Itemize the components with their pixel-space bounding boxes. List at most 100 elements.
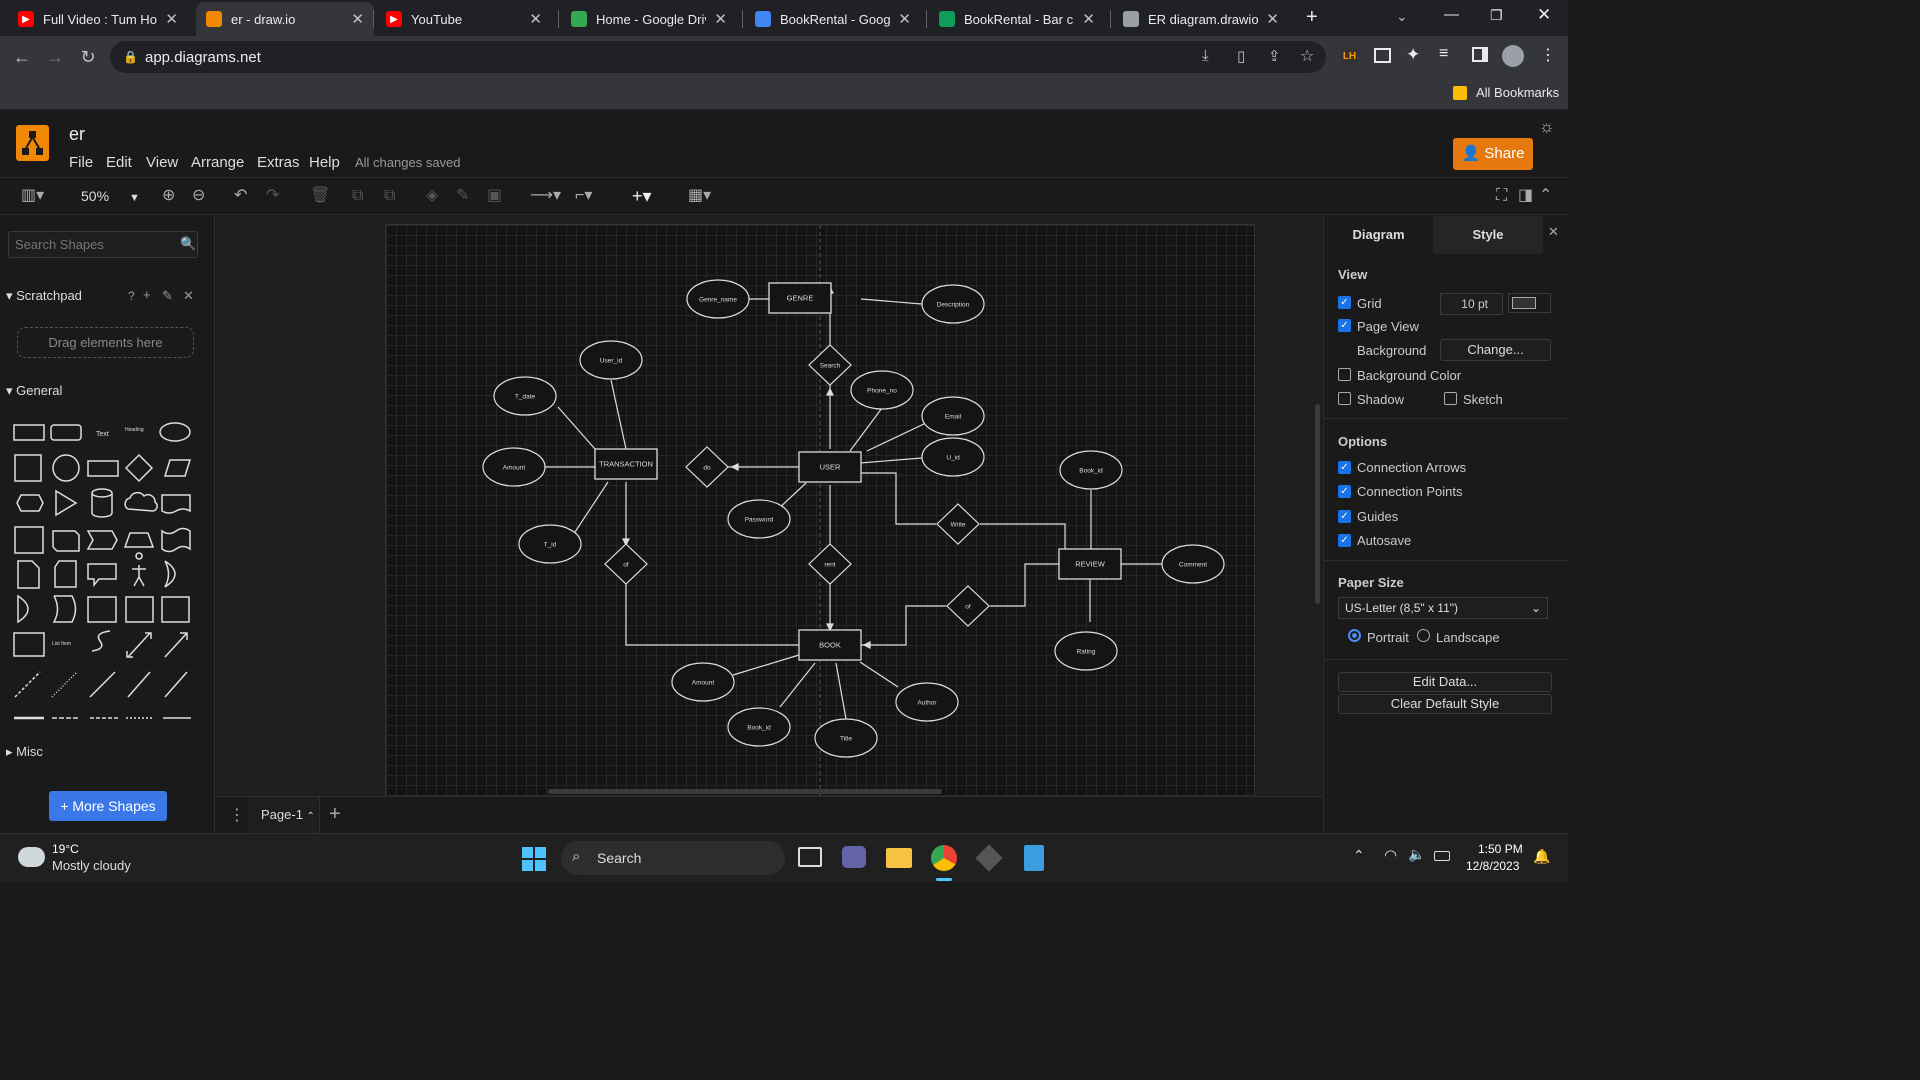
menu-help[interactable]: Help — [309, 154, 340, 171]
note-shape[interactable] — [17, 560, 40, 589]
edit-data-button[interactable]: Edit Data... — [1338, 672, 1552, 692]
menu-view[interactable]: View — [146, 154, 178, 171]
new-tab-button[interactable]: + — [1306, 6, 1318, 29]
close-tab-icon[interactable]: ✕ — [1266, 10, 1279, 28]
table-icon[interactable]: ▦▾ — [688, 186, 711, 206]
volume-icon[interactable]: 🔈 — [1408, 846, 1425, 863]
format-panel-icon[interactable]: ▥▾ — [21, 186, 44, 206]
delete-icon[interactable]: 🗑 — [310, 186, 330, 206]
insert-icon[interactable]: +▾ — [632, 186, 652, 206]
parallelogram-shape[interactable] — [163, 459, 192, 477]
lighthouse-extension-icon[interactable]: LH — [1341, 48, 1358, 65]
scratchpad-edit-icon[interactable]: ✎ — [162, 288, 173, 304]
close-tab-icon[interactable]: ✕ — [714, 10, 727, 28]
url-text[interactable]: app.diagrams.net — [145, 49, 261, 66]
er-connector[interactable] — [980, 523, 1066, 549]
zoom-out-icon[interactable]: ⊖ — [192, 186, 205, 206]
to-back-icon[interactable]: ⧉ — [384, 186, 395, 206]
er-connector[interactable] — [557, 406, 596, 450]
extensions-puzzle-icon[interactable]: ✦ — [1406, 45, 1420, 65]
menu-arrange[interactable]: Arrange — [191, 154, 244, 171]
sketch-checkbox[interactable] — [1444, 392, 1457, 405]
to-front-icon[interactable]: ⧉ — [352, 186, 363, 206]
arrow-shape[interactable] — [164, 632, 188, 658]
document-shape[interactable] — [161, 494, 191, 514]
chrome-menu-icon[interactable]: ⋮ — [1540, 45, 1556, 65]
autosave-checkbox[interactable]: ✓ — [1338, 534, 1351, 547]
step-shape[interactable] — [86, 530, 118, 550]
reader-icon[interactable]: ▯ — [1237, 47, 1245, 65]
browser-tab[interactable]: ▶ YouTube ✕ — [376, 2, 552, 36]
shadow-icon[interactable]: ▣ — [487, 186, 502, 206]
start-button[interactable] — [522, 847, 546, 871]
close-window-button[interactable]: ✕ — [1537, 5, 1551, 25]
tab-diagram[interactable]: Diagram — [1324, 216, 1433, 254]
line-color-icon[interactable]: ✎ — [456, 186, 469, 206]
more-shapes-button[interactable]: + More Shapes — [49, 791, 167, 821]
list-item-shape[interactable]: List Item — [52, 641, 71, 647]
close-tab-icon[interactable]: ✕ — [898, 10, 911, 28]
clear-default-style-button[interactable]: Clear Default Style — [1338, 694, 1552, 714]
cloud-shape[interactable] — [124, 492, 158, 512]
collapse-icon[interactable]: ⌃ — [1539, 186, 1552, 206]
shadow-checkbox[interactable] — [1338, 392, 1351, 405]
misc-header[interactable]: ▸ Misc — [6, 744, 43, 760]
browser-tab[interactable]: Home - Google Drive ✕ — [561, 2, 737, 36]
er-connector[interactable] — [866, 422, 927, 452]
grid-checkbox[interactable]: ✓ — [1338, 296, 1351, 309]
er-connector[interactable] — [860, 472, 936, 525]
teams-icon[interactable] — [842, 846, 866, 868]
browser-tab[interactable]: BookRental - Google ✕ — [745, 2, 921, 36]
er-diagram[interactable]: GENRE TRANSACTION USER REVIEW BOOK Genre_name… — [386, 225, 1256, 796]
bidirectional-connector-shape[interactable] — [127, 671, 151, 698]
er-connector[interactable] — [861, 605, 946, 646]
task-view-icon[interactable] — [798, 847, 822, 867]
scratchpad-help-icon[interactable]: ? — [128, 289, 135, 303]
er-connector[interactable] — [574, 481, 609, 533]
save-status[interactable]: All changes saved — [355, 155, 461, 170]
internal-storage-shape[interactable] — [14, 526, 44, 554]
data-storage-shape[interactable] — [17, 594, 29, 624]
reload-button[interactable]: ↻ — [74, 44, 102, 70]
weather-text[interactable]: Mostly cloudy — [52, 858, 131, 873]
ellipse-shape[interactable] — [159, 422, 191, 442]
notification-bell-icon[interactable]: 🔔 — [1533, 848, 1550, 865]
background-color-checkbox[interactable] — [1338, 368, 1351, 381]
battery-icon[interactable] — [1434, 851, 1450, 861]
menu-extras[interactable]: Extras — [257, 154, 300, 171]
scratchpad-dropzone[interactable]: Drag elements here — [17, 327, 194, 358]
er-connector[interactable] — [732, 654, 800, 676]
close-tab-icon[interactable]: ✕ — [351, 10, 364, 28]
container-shape[interactable] — [87, 596, 117, 623]
connection-arrows-checkbox[interactable]: ✓ — [1338, 461, 1351, 474]
extension-screen-icon[interactable] — [1374, 48, 1391, 63]
actor-shape[interactable] — [132, 552, 146, 587]
notepad-icon[interactable] — [1024, 845, 1044, 871]
zoom-select[interactable]: 50% ▼ — [81, 186, 140, 208]
profile-avatar[interactable] — [1502, 45, 1524, 67]
tab-search-chevron-icon[interactable]: ⌄ — [1396, 8, 1408, 25]
browser-tab[interactable]: ER diagram.drawio ✕ — [1113, 2, 1289, 36]
search-shapes-box[interactable]: 🔍 — [8, 231, 198, 258]
wifi-icon[interactable]: ◠ — [1384, 846, 1397, 864]
taskbar-search[interactable]: ⌕ Search — [561, 841, 785, 875]
file-explorer-icon[interactable] — [886, 848, 912, 868]
er-connector[interactable] — [849, 407, 883, 452]
pages-menu-icon[interactable]: ⋮ — [229, 805, 245, 825]
diagram-title[interactable]: er — [69, 124, 85, 145]
waypoints-icon[interactable]: ⌐▾ — [575, 186, 592, 206]
circle-shape[interactable] — [52, 454, 80, 482]
vertical-lane-shape[interactable] — [161, 596, 190, 623]
browser-tab[interactable]: er - draw.io ✕ — [196, 2, 374, 36]
maximize-button[interactable]: ❐ — [1490, 7, 1503, 24]
cylinder-shape[interactable] — [91, 488, 113, 518]
landscape-radio[interactable] — [1417, 629, 1430, 642]
tab-style[interactable]: Style — [1433, 216, 1543, 254]
scratchpad-close-icon[interactable]: ✕ — [183, 288, 194, 304]
page-view-checkbox[interactable]: ✓ — [1338, 319, 1351, 332]
app-icon[interactable] — [975, 844, 1003, 872]
er-connector[interactable] — [610, 379, 627, 450]
omnibox[interactable] — [110, 41, 1326, 73]
share-page-icon[interactable]: ⇪ — [1268, 47, 1281, 65]
trapezoid-shape[interactable] — [123, 532, 155, 548]
